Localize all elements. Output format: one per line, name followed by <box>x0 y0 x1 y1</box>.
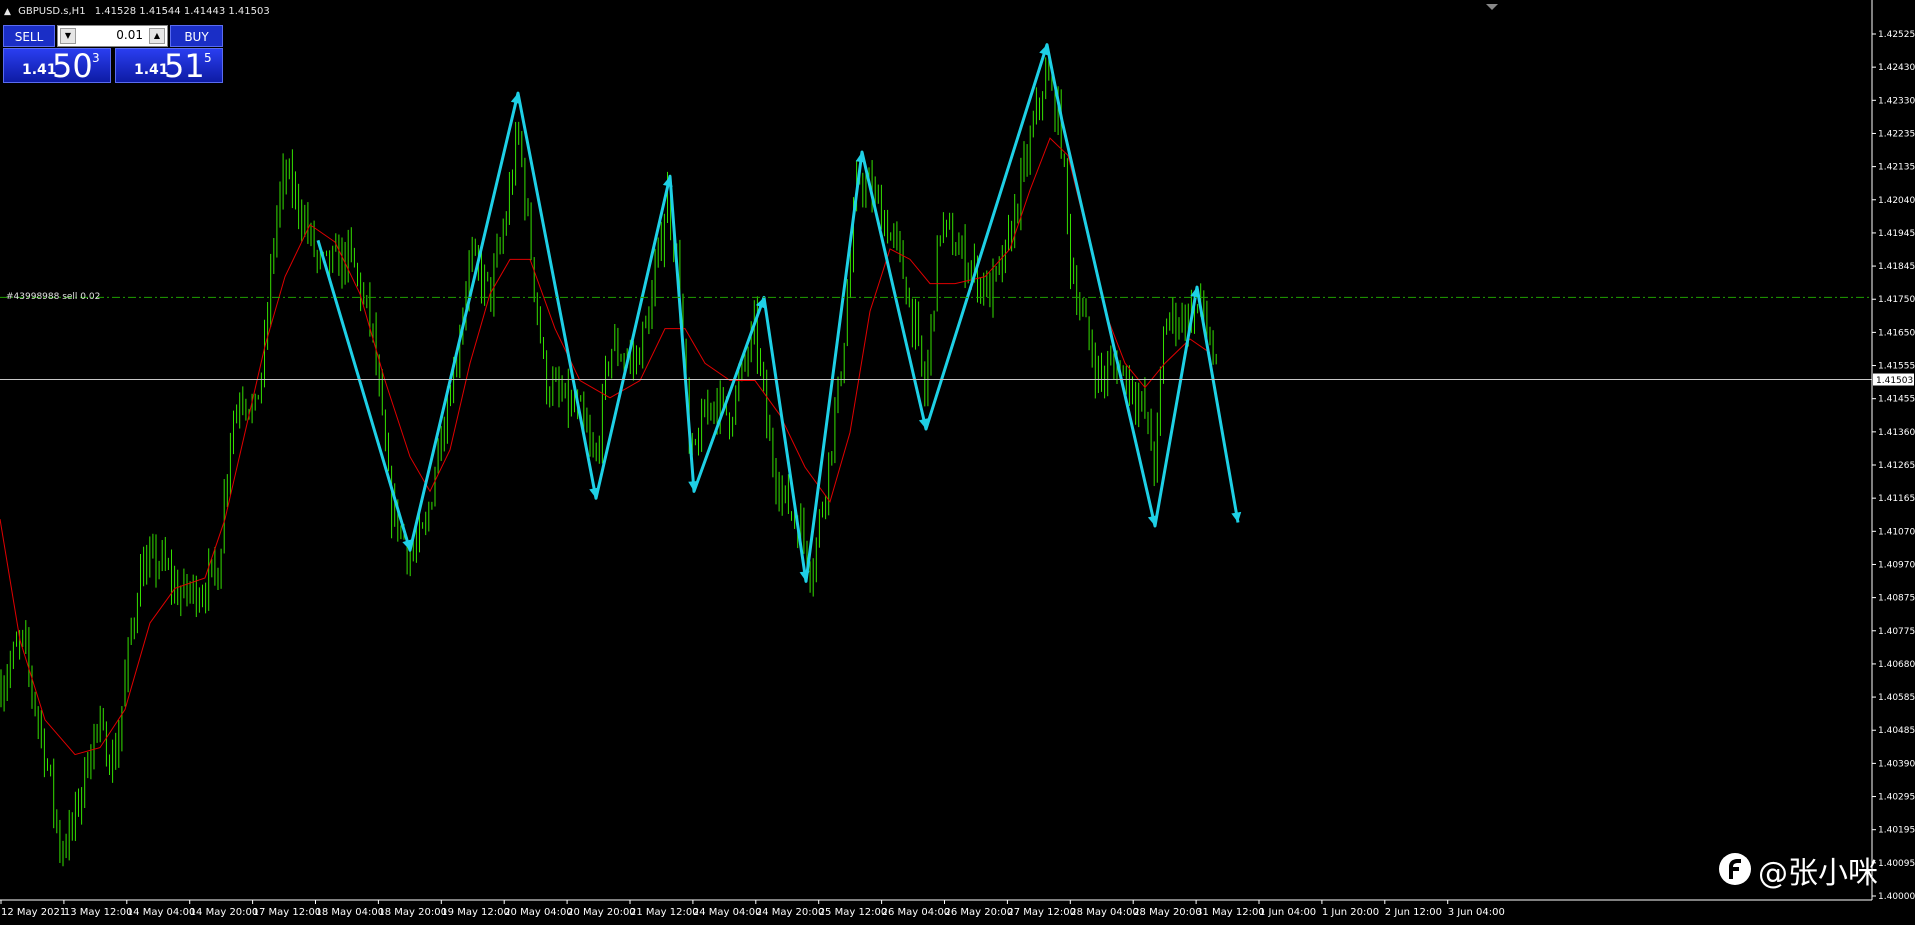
ohlc-values: 1.41528 1.41544 1.41443 1.41503 <box>94 6 270 17</box>
y-tick-label: 1.41070 <box>1878 527 1915 537</box>
one-click-trading-panel: SELL ▼ 0.01 ▲ BUY 1.41 50 3 1.41 51 5 <box>3 25 223 85</box>
x-tick-label: 31 May 12:00 <box>1196 907 1265 918</box>
y-tick-label: 1.41555 <box>1878 362 1915 372</box>
sell-price-pips: 50 <box>52 47 93 85</box>
y-tick-label: 1.41455 <box>1878 395 1915 405</box>
buy-price-pips: 51 <box>164 47 205 85</box>
x-tick-label: 12 May 2021 <box>1 907 66 918</box>
current-price-label: 1.41503 <box>1876 376 1913 386</box>
y-tick-label: 1.41945 <box>1878 229 1915 239</box>
y-tick-label: 1.41845 <box>1878 262 1915 272</box>
x-tick-label: 3 Jun 04:00 <box>1448 907 1505 918</box>
y-tick-label: 1.40295 <box>1878 793 1915 803</box>
chart-axes: 1.42525 1.42430 1.42330 1.42235 1.42135 1.420… <box>0 0 1915 918</box>
y-tick-label: 1.40680 <box>1878 660 1915 670</box>
y-tick-label: 1.42525 <box>1878 30 1915 40</box>
symbol-header: ▲ GBPUSD.s,H1 1.41528 1.41544 1.41443 1.… <box>4 6 270 17</box>
x-tick-label: 26 May 20:00 <box>945 907 1014 918</box>
x-tick-label: 24 May 20:00 <box>756 907 825 918</box>
y-tick-label: 1.42430 <box>1878 63 1915 73</box>
x-tick-label: 20 May 20:00 <box>567 907 636 918</box>
zigzag-line <box>316 43 1240 583</box>
x-tick-label: 27 May 12:00 <box>1007 907 1076 918</box>
x-tick-label: 1 Jun 04:00 <box>1259 907 1316 918</box>
lot-size-field[interactable]: ▼ 0.01 ▲ <box>57 25 168 47</box>
moving-average-line <box>0 137 1211 756</box>
y-tick-label: 1.40970 <box>1878 560 1915 570</box>
collapse-triangle-icon[interactable]: ▲ <box>4 7 11 17</box>
y-tick-label: 1.41165 <box>1878 494 1915 504</box>
x-tick-label: 24 May 04:00 <box>693 907 762 918</box>
sell-price-button[interactable]: 1.41 50 3 <box>3 47 111 85</box>
moving-average-series <box>0 137 1211 756</box>
price-chart[interactable]: 1.42525 1.42430 1.42330 1.42235 1.42135 1.420… <box>0 0 1915 925</box>
x-tick-label: 14 May 04:00 <box>127 907 196 918</box>
x-tick-label: 18 May 04:00 <box>316 907 385 918</box>
symbol-name: GBPUSD.s,H1 <box>18 6 86 17</box>
sell-price-fraction: 3 <box>92 51 100 65</box>
y-tick-label: 1.42330 <box>1878 96 1915 106</box>
x-tick-label: 13 May 12:00 <box>64 907 133 918</box>
zigzag-series <box>316 43 1242 583</box>
buy-price-fraction: 5 <box>204 51 212 65</box>
y-tick-label: 1.40775 <box>1878 627 1915 637</box>
x-tick-label: 25 May 12:00 <box>819 907 888 918</box>
price-levels <box>0 296 1872 381</box>
x-tick-label: 28 May 04:00 <box>1070 907 1139 918</box>
watermark-text: @张小咪 <box>1758 856 1878 891</box>
candle-series <box>0 56 1217 867</box>
x-tick-label: 21 May 12:00 <box>630 907 699 918</box>
buy-button[interactable]: BUY <box>170 25 223 47</box>
app-logo-icon <box>1719 853 1751 885</box>
y-tick-label: 1.42040 <box>1878 196 1915 206</box>
x-tick-label: 2 Jun 12:00 <box>1385 907 1442 918</box>
lot-size-value[interactable]: 0.01 <box>116 28 143 42</box>
y-tick-label: 1.40585 <box>1878 693 1915 703</box>
y-tick-label: 1.40485 <box>1878 726 1915 736</box>
y-tick-label: 1.40875 <box>1878 594 1915 604</box>
watermark: @张小咪 <box>1718 848 1914 891</box>
buy-price-button[interactable]: 1.41 51 5 <box>115 47 223 85</box>
y-tick-label: 1.40195 <box>1878 826 1915 836</box>
x-tick-label: 19 May 12:00 <box>441 907 510 918</box>
x-tick-label: 14 May 20:00 <box>190 907 259 918</box>
sell-button[interactable]: SELL <box>3 25 55 47</box>
x-tick-label: 28 May 20:00 <box>1133 907 1202 918</box>
x-tick-label: 1 Jun 20:00 <box>1322 907 1379 918</box>
y-tick-label: 1.41265 <box>1878 461 1915 471</box>
y-tick-label: 1.42235 <box>1878 129 1915 139</box>
y-tick-label: 1.41650 <box>1878 328 1915 338</box>
chart-shift-marker-icon <box>1486 4 1498 10</box>
order-line-label: #43998988 sell 0.02 <box>6 292 101 302</box>
y-tick-label: 1.41750 <box>1878 295 1915 305</box>
y-tick-label: 1.41360 <box>1878 428 1915 438</box>
lot-increase-icon[interactable]: ▲ <box>149 28 165 44</box>
x-tick-label: 26 May 04:00 <box>882 907 951 918</box>
x-tick-label: 18 May 20:00 <box>378 907 447 918</box>
y-tick-label: 1.40390 <box>1878 759 1915 769</box>
x-tick-label: 20 May 04:00 <box>504 907 573 918</box>
y-tick-label: 1.40000 <box>1878 892 1915 902</box>
lot-decrease-icon[interactable]: ▼ <box>60 28 76 44</box>
x-tick-label: 17 May 12:00 <box>253 907 322 918</box>
y-tick-label: 1.42135 <box>1878 163 1915 173</box>
